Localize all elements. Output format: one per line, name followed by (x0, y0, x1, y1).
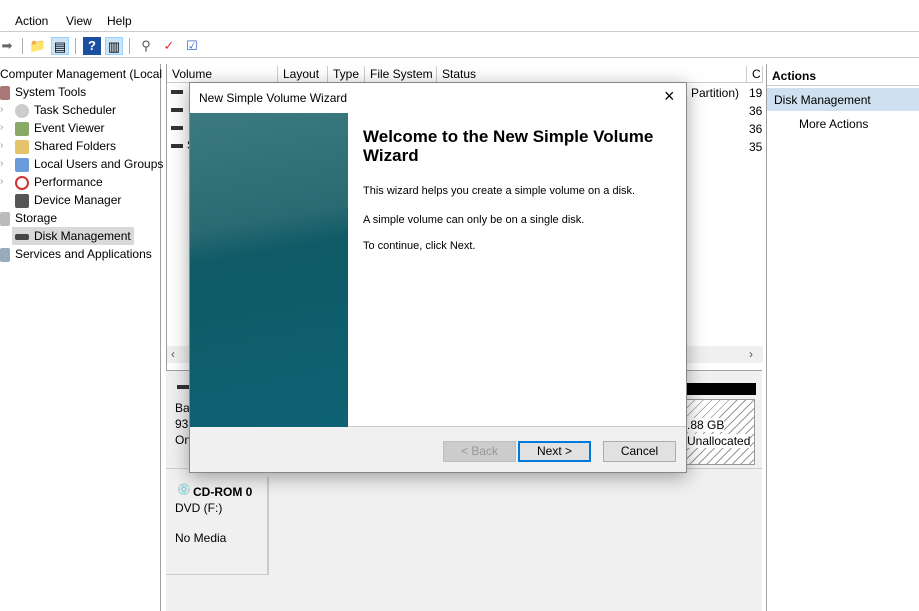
wizard-text-3: To continue, click Next. (363, 240, 476, 252)
close-icon[interactable]: × (664, 86, 675, 107)
tree-item-disk-management[interactable]: Disk Management (12, 227, 134, 245)
properties-icon[interactable]: ☑ (183, 37, 201, 55)
connect-icon[interactable]: ⚲ (137, 37, 155, 55)
show-hide-tree-icon[interactable]: ▤ (51, 37, 69, 55)
cancel-button[interactable]: Cancel (603, 441, 676, 462)
wizard-text-1: This wizard helps you create a simple vo… (363, 185, 636, 197)
shared-folder-icon (15, 139, 29, 154)
unallocated-partition[interactable]: .88 GB Unallocated (686, 399, 755, 465)
wizard-banner-image (190, 113, 348, 427)
toolbar: ➡ 📁 ▤ ? ▥ ⚲ ✓ ☑ (0, 34, 919, 58)
tree-item-shared-folders[interactable]: Shared Folders (15, 137, 116, 155)
disk-size: 93 (175, 417, 189, 431)
actions-section-disk-management[interactable]: Disk Management (767, 88, 919, 111)
actions-pane: Actions Disk Management More Actions (766, 64, 919, 611)
cdrom-row[interactable]: 💿 CD-ROM 0 DVD (F:) No Media (166, 477, 269, 575)
next-button[interactable]: Next > (518, 441, 591, 462)
volume-capacity: 36 (749, 122, 763, 136)
tree-item-local-users[interactable]: Local Users and Groups (15, 155, 163, 173)
cdrom-icon: 💿 (177, 484, 191, 496)
column-status[interactable]: Status (437, 66, 747, 83)
cdrom-name: CD-ROM 0 (193, 485, 253, 499)
menu-bar: Action View Help (0, 10, 919, 32)
volume-status: Partition) (691, 86, 740, 100)
scroll-right-icon[interactable]: › (749, 347, 753, 361)
tree-item-event-viewer[interactable]: Event Viewer (15, 119, 104, 137)
disk-icon (15, 233, 29, 240)
column-file-system[interactable]: File System (365, 66, 437, 83)
tree-item-services[interactable]: Services and Applications (0, 245, 152, 263)
column-layout[interactable]: Layout (278, 66, 328, 83)
volume-capacity: 36 (749, 104, 763, 118)
volume-icon (171, 108, 183, 112)
help-icon[interactable]: ? (83, 37, 101, 55)
dialog-title: New Simple Volume Wizard (199, 91, 348, 105)
menu-help[interactable]: Help (107, 14, 132, 28)
unallocated-label: Unallocated (687, 434, 751, 448)
tree-item-performance[interactable]: Performance (15, 173, 103, 191)
tree-item-task-scheduler[interactable]: Task Scheduler (15, 101, 116, 119)
up-folder-icon[interactable]: 📁 (29, 37, 47, 55)
wizard-text-2: A simple volume can only be on a single … (363, 214, 585, 226)
show-action-pane-icon[interactable]: ▥ (105, 37, 123, 55)
menu-action[interactable]: Action (15, 14, 48, 28)
event-viewer-icon (15, 121, 29, 136)
tree-root[interactable]: Computer Management (Local (0, 65, 162, 83)
storage-icon (0, 211, 10, 226)
column-type[interactable]: Type (328, 66, 365, 83)
forward-icon[interactable]: ➡ (0, 37, 16, 55)
users-icon (15, 157, 29, 172)
volume-icon (171, 144, 183, 148)
tree-item-system-tools[interactable]: System Tools (0, 83, 86, 101)
cdrom-type: DVD (F:) (175, 501, 223, 515)
performance-icon (15, 175, 29, 190)
column-capacity[interactable]: C (747, 66, 763, 83)
scroll-left-icon[interactable]: ‹ (171, 347, 175, 361)
disk-icon (177, 385, 189, 389)
actions-header: Actions (767, 66, 919, 86)
dialog-title-bar: New Simple Volume Wizard × (190, 83, 686, 113)
tree-item-storage[interactable]: Storage (0, 209, 57, 227)
check-icon[interactable]: ✓ (160, 37, 178, 55)
wizard-heading: Welcome to the New Simple Volume Wizard (363, 127, 654, 165)
services-icon (0, 247, 10, 262)
clock-icon (15, 103, 29, 118)
cdrom-status: No Media (175, 531, 227, 545)
back-button[interactable]: < Back (443, 441, 516, 462)
wizard-dialog: New Simple Volume Wizard × Welcome to th… (189, 82, 687, 473)
device-manager-icon (15, 193, 29, 208)
column-volume[interactable]: Volume (167, 66, 278, 83)
more-actions-link[interactable]: More Actions (799, 117, 868, 131)
tree-item-device-manager[interactable]: Device Manager (15, 191, 121, 209)
volume-icon (171, 126, 183, 130)
volume-icon (171, 90, 183, 94)
wizard-content: Welcome to the New Simple Volume Wizard … (348, 113, 686, 427)
unallocated-header (686, 383, 756, 395)
volume-capacity: 35 (749, 140, 763, 154)
navigation-tree: Computer Management (Local System Tools … (0, 64, 163, 611)
unallocated-size: .88 GB (687, 418, 725, 432)
volume-capacity: 19 (749, 86, 763, 100)
menu-view[interactable]: View (66, 14, 92, 28)
